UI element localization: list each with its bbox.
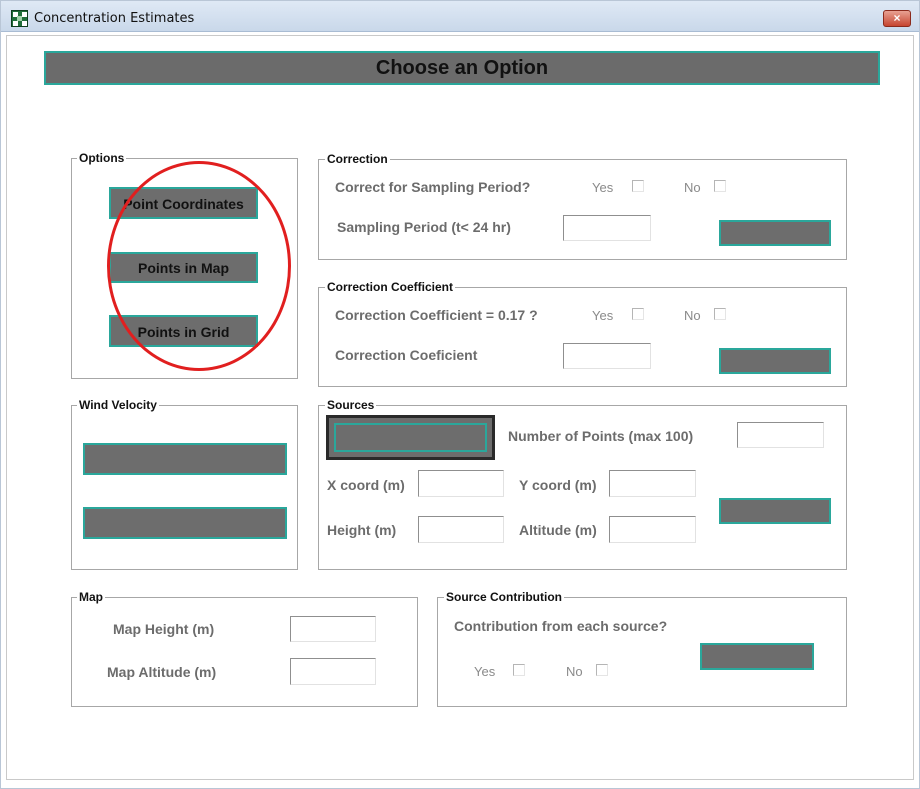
page-title: Choose an Option	[44, 51, 880, 85]
correction-coefficient-legend: Correction Coefficient	[325, 280, 456, 294]
altitude-input[interactable]	[609, 516, 696, 543]
correction-no-checkbox[interactable]	[714, 180, 726, 192]
coefficient-yes-checkbox[interactable]	[632, 308, 644, 320]
coefficient-apply-button[interactable]	[719, 348, 831, 374]
correction-coefficient-label: Correction Coeficient	[335, 347, 478, 363]
x-coord-input[interactable]	[418, 470, 504, 497]
point-coordinates-button-label: Point Coordinates	[123, 196, 244, 212]
sources-apply-button[interactable]	[719, 498, 831, 524]
wind-velocity-button-1[interactable]	[83, 443, 287, 475]
coefficient-question: Correction Coefficient = 0.17 ?	[335, 307, 538, 323]
contribution-no-label: No	[566, 664, 583, 679]
map-height-label: Map Height (m)	[113, 621, 215, 637]
height-label: Height (m)	[327, 522, 397, 538]
options-legend: Options	[77, 151, 127, 165]
coefficient-no-label: No	[684, 308, 701, 323]
sources-load-button[interactable]	[326, 415, 495, 460]
source-contribution-legend: Source Contribution	[444, 590, 564, 604]
points-in-map-button-label: Points in Map	[138, 260, 229, 276]
contribution-yes-label: Yes	[474, 664, 496, 679]
correction-legend: Correction	[325, 152, 390, 166]
contribution-question: Contribution from each source?	[454, 618, 668, 634]
altitude-label: Altitude (m)	[519, 522, 597, 538]
correct-sampling-question: Correct for Sampling Period?	[335, 179, 531, 195]
wind-velocity-legend: Wind Velocity	[77, 398, 159, 412]
coefficient-yes-label: Yes	[592, 308, 614, 323]
correction-coefficient-input[interactable]	[563, 343, 651, 369]
wind-velocity-button-2[interactable]	[83, 507, 287, 539]
point-coordinates-button[interactable]: Point Coordinates	[109, 187, 258, 219]
contribution-yes-checkbox[interactable]	[513, 664, 525, 676]
correction-apply-button[interactable]	[719, 220, 831, 246]
window-title: Concentration Estimates	[34, 11, 195, 26]
contribution-apply-button[interactable]	[700, 643, 814, 670]
height-input[interactable]	[418, 516, 504, 543]
app-icon	[11, 10, 28, 27]
points-in-map-button[interactable]: Points in Map	[109, 252, 258, 283]
correction-no-label: No	[684, 180, 701, 195]
sources-legend: Sources	[325, 398, 377, 412]
map-group	[71, 597, 418, 707]
wind-velocity-group	[71, 405, 298, 570]
number-of-points-input[interactable]	[737, 422, 824, 448]
map-altitude-input[interactable]	[290, 658, 376, 685]
y-coord-label: Y coord (m)	[519, 477, 597, 493]
correction-yes-checkbox[interactable]	[632, 180, 644, 192]
coefficient-no-checkbox[interactable]	[714, 308, 726, 320]
map-altitude-label: Map Altitude (m)	[107, 664, 217, 680]
close-icon[interactable]: ×	[883, 10, 911, 27]
points-in-grid-button[interactable]: Points in Grid	[109, 315, 258, 347]
sources-load-button-focus	[334, 423, 487, 452]
contribution-no-checkbox[interactable]	[596, 664, 608, 676]
map-legend: Map	[77, 590, 105, 604]
y-coord-input[interactable]	[609, 470, 696, 497]
x-coord-label: X coord (m)	[327, 477, 405, 493]
points-in-grid-button-label: Points in Grid	[137, 324, 230, 340]
map-height-input[interactable]	[290, 616, 376, 642]
sampling-period-label: Sampling Period (t< 24 hr)	[337, 219, 511, 235]
number-of-points-label: Number of Points (max 100)	[508, 428, 694, 444]
correction-yes-label: Yes	[592, 180, 614, 195]
sampling-period-input[interactable]	[563, 215, 651, 241]
